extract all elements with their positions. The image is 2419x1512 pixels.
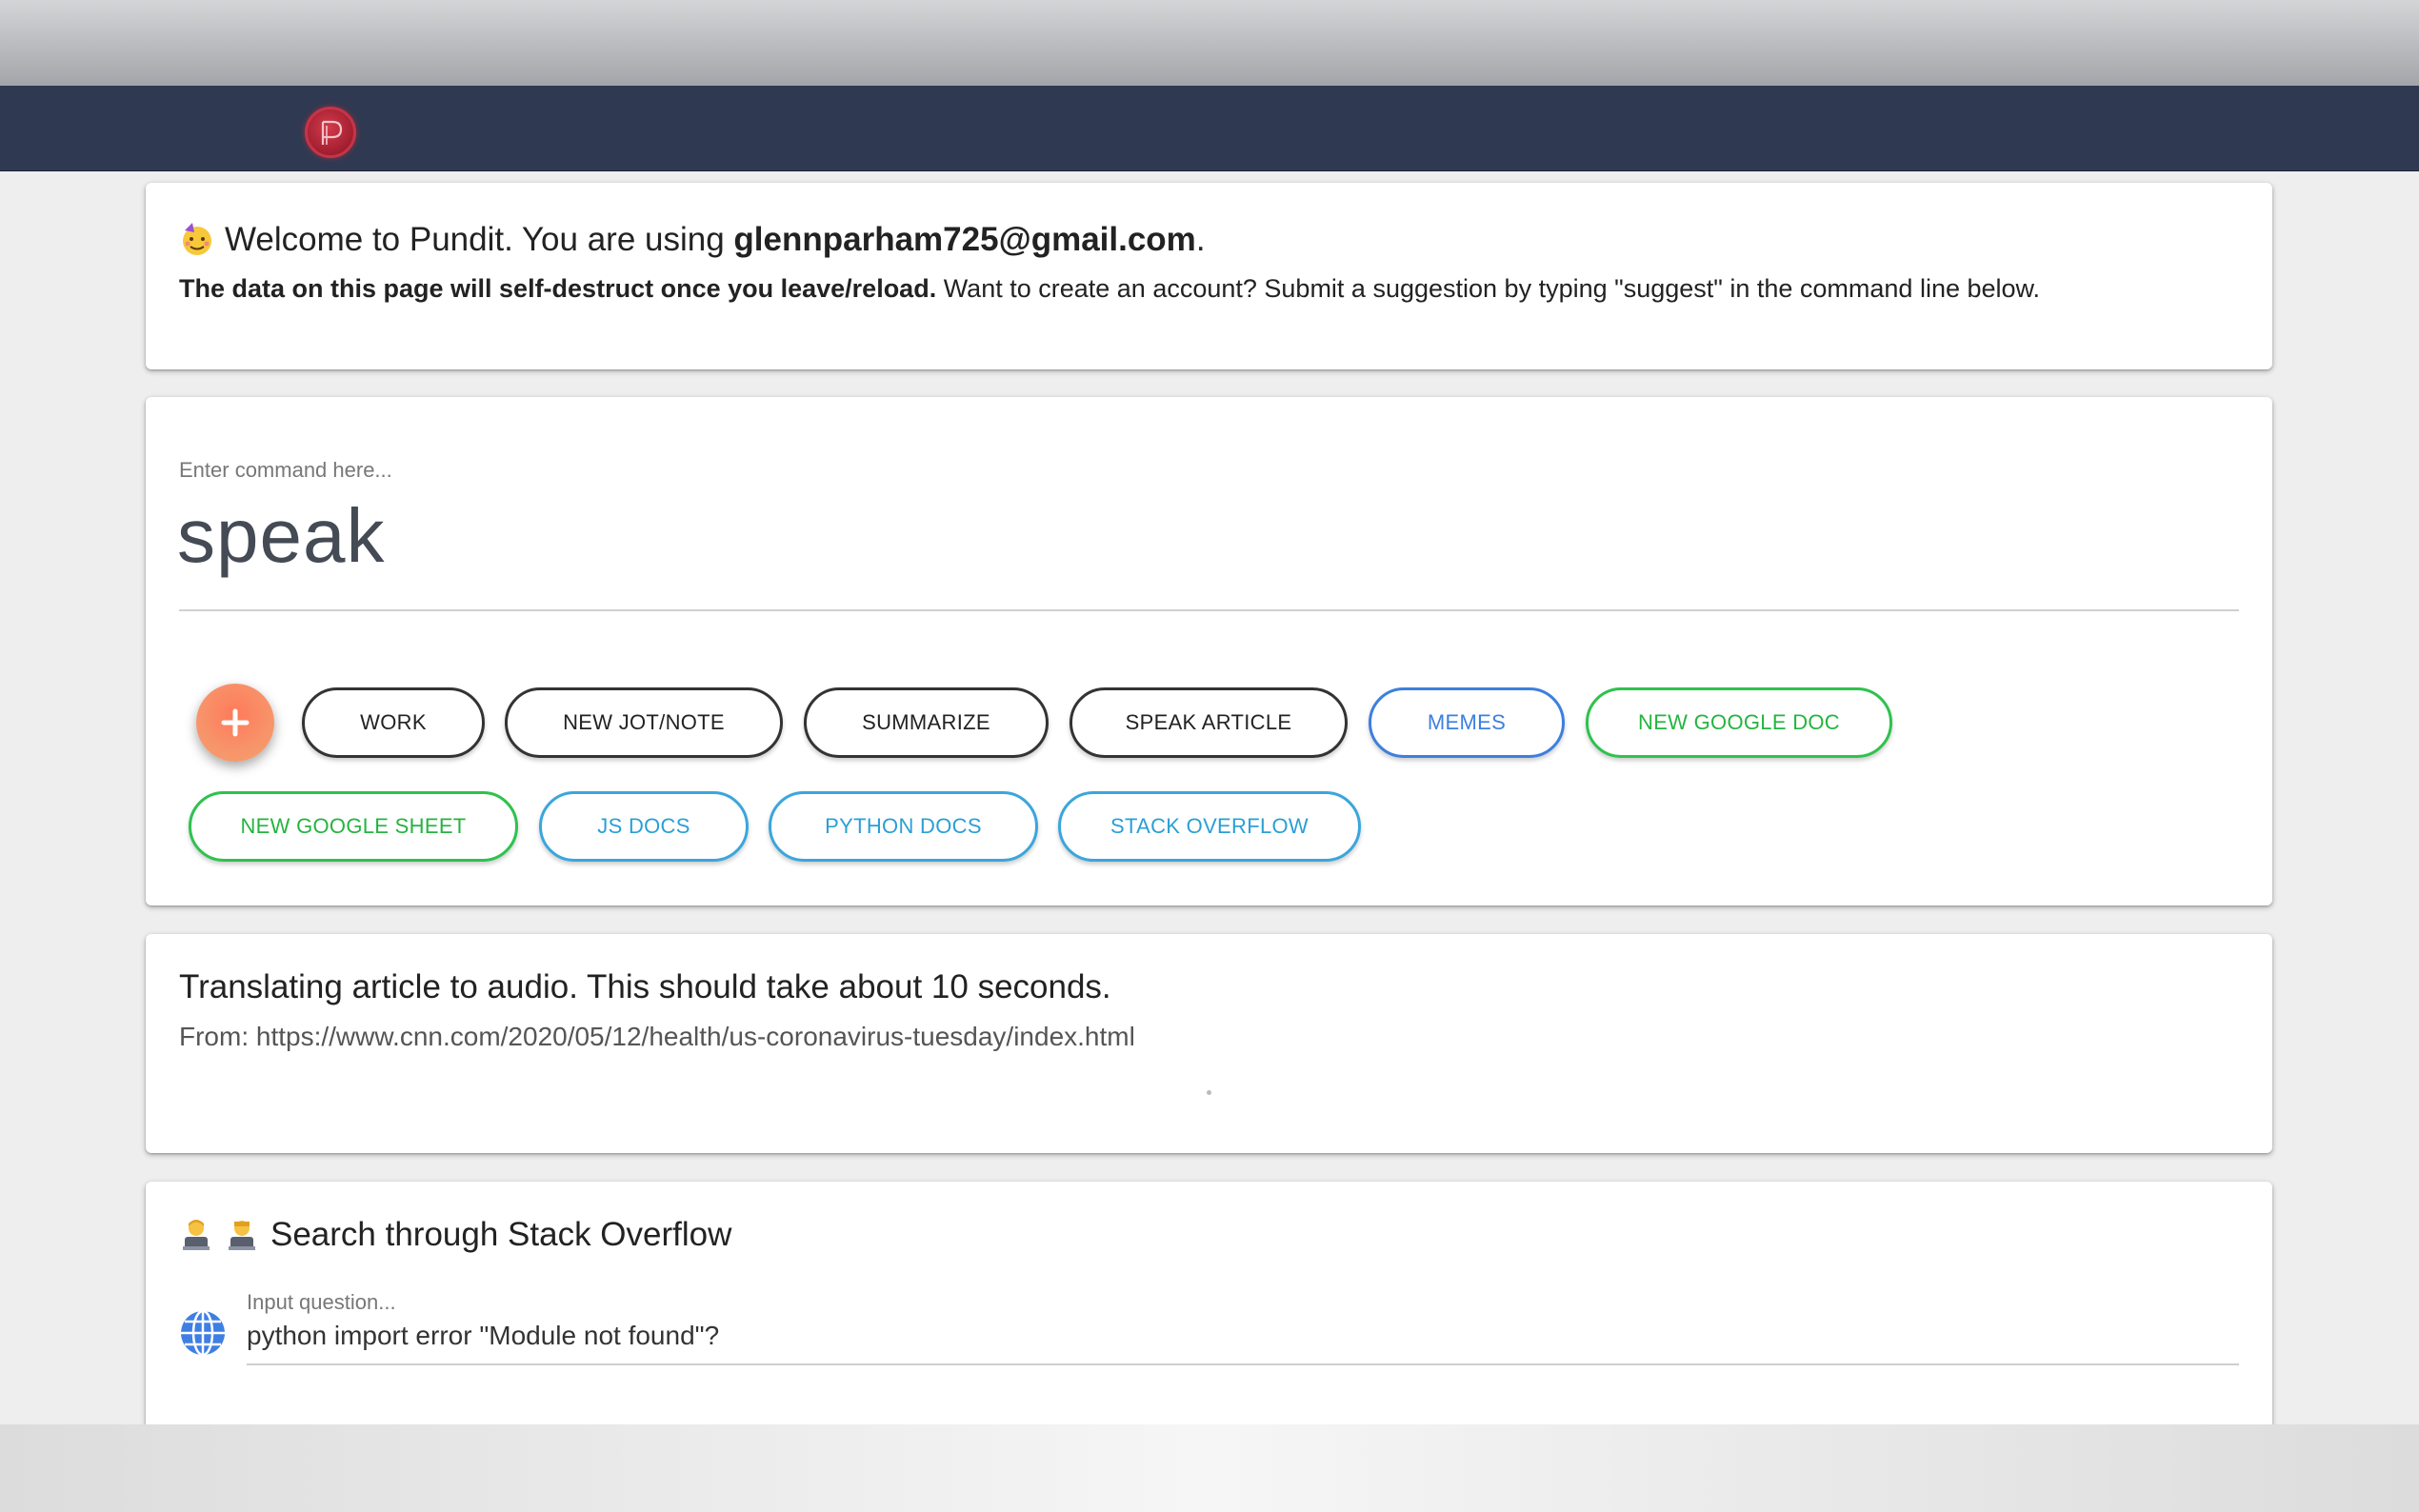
chip-new-jot-note[interactable]: NEW JOT/NOTE: [505, 687, 783, 758]
notice-text: Want to create an account? Submit a sugg…: [936, 274, 2041, 303]
command-input-underline: [179, 609, 2239, 611]
question-input-underline: [247, 1363, 2239, 1365]
translation-status-card: Translating article to audio. This shoul…: [146, 934, 2272, 1153]
technologist-icon-2: [229, 1221, 255, 1250]
stackoverflow-title: Search through Stack Overflow: [270, 1216, 732, 1253]
welcome-suffix: .: [1195, 221, 1206, 258]
question-input-label: Input question...: [247, 1290, 396, 1314]
welcome-prefix: Welcome to Pundit. You are using: [225, 221, 734, 258]
chip-memes[interactable]: MEMES: [1369, 687, 1565, 758]
chip-new-google-doc[interactable]: NEW GOOGLE DOC: [1586, 687, 1892, 758]
chip-speak-article[interactable]: SPEAK ARTICLE: [1070, 687, 1348, 758]
command-input[interactable]: speak: [177, 492, 385, 580]
self-destruct-notice: The data on this page will self-destruct…: [179, 274, 2040, 304]
translation-message: Translating article to audio. This shoul…: [179, 968, 1111, 1005]
chip-stack-overflow[interactable]: STACK OVERFLOW: [1058, 791, 1361, 862]
chip-python-docs[interactable]: PYTHON DOCS: [769, 791, 1038, 862]
globe-icon: [181, 1309, 225, 1357]
party-face-icon: [183, 223, 211, 255]
notice-bold: The data on this page will self-destruct…: [179, 274, 937, 303]
add-command-button[interactable]: [196, 684, 274, 762]
command-input-label: Enter command here...: [179, 458, 392, 482]
chip-work[interactable]: WORK: [302, 687, 485, 758]
loading-indicator: [1207, 1090, 1211, 1095]
technologist-icon: [183, 1220, 210, 1250]
article-source-url: From: https://www.cnn.com/2020/05/12/hea…: [179, 1022, 1135, 1051]
stackoverflow-heading: Search through Stack Overflow: [179, 1216, 731, 1254]
navbar: [0, 86, 2419, 171]
chip-js-docs[interactable]: JS DOCS: [539, 791, 749, 862]
plus-icon: [221, 708, 250, 737]
welcome-message: Welcome to Pundit. You are using glennpa…: [179, 221, 1206, 259]
welcome-card: Welcome to Pundit. You are using glennpa…: [146, 183, 2272, 369]
window-top-strip: [0, 0, 2419, 86]
command-card: Enter command here... speak WORK NEW JOT…: [146, 397, 2272, 905]
stackoverflow-card: Search through Stack Overflow Input ques…: [146, 1182, 2272, 1424]
chip-summarize[interactable]: SUMMARIZE: [804, 687, 1049, 758]
question-input[interactable]: python import error "Module not found"?: [247, 1321, 719, 1351]
bottom-strip: [0, 1424, 2419, 1512]
main-content: Welcome to Pundit. You are using glennpa…: [0, 171, 2419, 1424]
user-email: glennparham725@gmail.com: [733, 221, 1196, 258]
pundit-logo-icon[interactable]: [305, 107, 356, 158]
chip-new-google-sheet[interactable]: NEW GOOGLE SHEET: [189, 791, 518, 862]
